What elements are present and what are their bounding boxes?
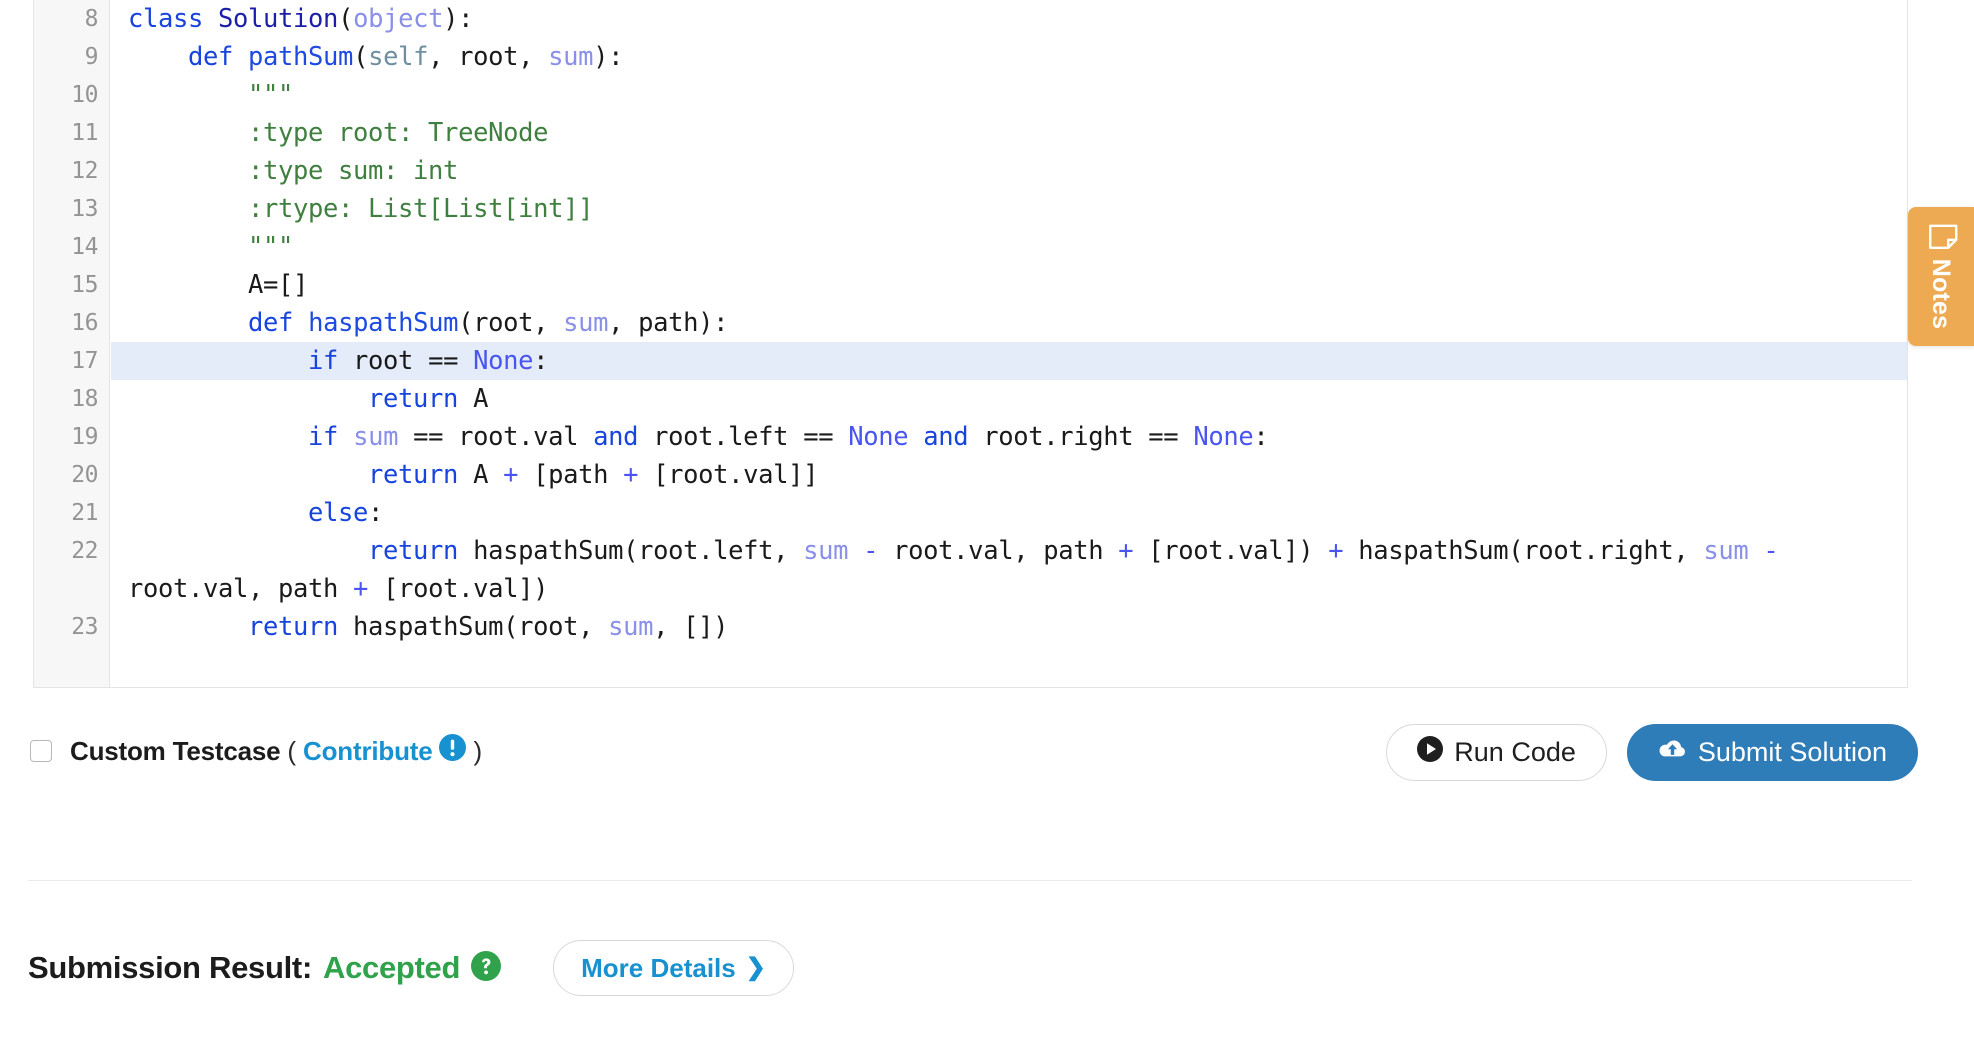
code-line[interactable]: def haspathSum(root, sum, path): xyxy=(111,304,1907,342)
code-line[interactable]: return A + [path + [root.val]] xyxy=(111,456,1907,494)
line-number: 13 xyxy=(71,196,98,222)
custom-testcase-checkbox[interactable] xyxy=(30,740,52,762)
notes-tab-label: Notes xyxy=(1927,258,1956,330)
line-number: 15 xyxy=(71,272,98,298)
code-editor-panel[interactable]: 8 9 10 11 12 13 14 15 16 17 18 19 20 21 … xyxy=(33,0,1908,688)
code-line[interactable]: return haspathSum(root.left, sum - root.… xyxy=(111,532,1907,608)
custom-testcase-label: Custom Testcase xyxy=(70,735,281,766)
line-number: 18 xyxy=(71,386,98,412)
line-number: 16 xyxy=(71,310,98,336)
line-number: 23 xyxy=(71,614,98,640)
close-paren: ) xyxy=(473,735,483,766)
notes-side-tab[interactable]: Notes xyxy=(1908,207,1974,346)
play-icon xyxy=(1417,736,1444,769)
code-line[interactable]: class Solution(object): xyxy=(111,0,1907,38)
code-line[interactable]: """ xyxy=(111,76,1907,114)
open-paren: ( xyxy=(287,735,297,766)
custom-testcase-group: Custom Testcase ( Contribute ) xyxy=(30,734,489,768)
code-line[interactable]: if sum == root.val and root.left == None… xyxy=(111,418,1907,456)
code-line[interactable]: def pathSum(self, root, sum): xyxy=(111,38,1907,76)
editor-action-bar: Custom Testcase ( Contribute ) Run Code … xyxy=(0,712,1974,808)
code-line[interactable]: return A xyxy=(111,380,1907,418)
more-details-button[interactable]: More Details ❯ xyxy=(553,940,794,996)
line-number-gutter: 8 9 10 11 12 13 14 15 16 17 18 19 20 21 … xyxy=(34,0,110,687)
code-line[interactable]: :type root: TreeNode xyxy=(111,114,1907,152)
submit-solution-label: Submit Solution xyxy=(1697,737,1887,767)
question-circle-icon[interactable] xyxy=(471,950,502,986)
chevron-right-icon: ❯ xyxy=(745,954,766,981)
run-submit-button-group: Run Code Submit Solution xyxy=(1386,724,1918,781)
contribute-link[interactable]: Contribute xyxy=(303,736,433,767)
code-line-active[interactable]: if root == None: xyxy=(111,342,1907,380)
info-exclamation-icon[interactable] xyxy=(439,734,467,768)
note-icon xyxy=(1924,224,1959,250)
code-line[interactable]: else: xyxy=(111,494,1907,532)
code-line[interactable]: return haspathSum(root, sum, []) xyxy=(111,608,1907,646)
line-number: 14 xyxy=(71,234,98,260)
cloud-upload-icon xyxy=(1658,737,1687,768)
leetcode-submission-page: 8 9 10 11 12 13 14 15 16 17 18 19 20 21 … xyxy=(0,0,1974,1038)
line-number: 11 xyxy=(71,120,98,146)
line-number: 20 xyxy=(71,462,98,488)
line-number: 21 xyxy=(71,500,98,526)
notes-tab-inner: Notes xyxy=(1924,224,1959,329)
submission-status-badge: Accepted xyxy=(322,950,461,985)
code-line[interactable]: :rtype: List[List[int]] xyxy=(111,190,1907,228)
line-number: 8 xyxy=(84,6,99,32)
code-line[interactable]: """ xyxy=(111,228,1907,266)
run-code-button[interactable]: Run Code xyxy=(1386,724,1607,781)
run-code-label: Run Code xyxy=(1454,737,1576,767)
line-number: 10 xyxy=(71,82,98,108)
submit-solution-button[interactable]: Submit Solution xyxy=(1626,724,1918,781)
line-number: 12 xyxy=(71,158,98,184)
line-number: 9 xyxy=(84,44,99,70)
code-content[interactable]: class Solution(object): def pathSum(self… xyxy=(111,0,1907,687)
code-line[interactable]: :type sum: int xyxy=(111,152,1907,190)
section-divider xyxy=(28,880,1912,881)
submission-result-label: Submission Result: xyxy=(28,950,312,985)
line-number: 17 xyxy=(71,348,98,374)
line-number: 22 xyxy=(71,538,98,564)
submission-result-row: Submission Result: Accepted More Details… xyxy=(28,940,794,996)
more-details-label: More Details xyxy=(581,952,736,983)
code-line[interactable]: A=[] xyxy=(111,266,1907,304)
line-number: 19 xyxy=(71,424,98,450)
